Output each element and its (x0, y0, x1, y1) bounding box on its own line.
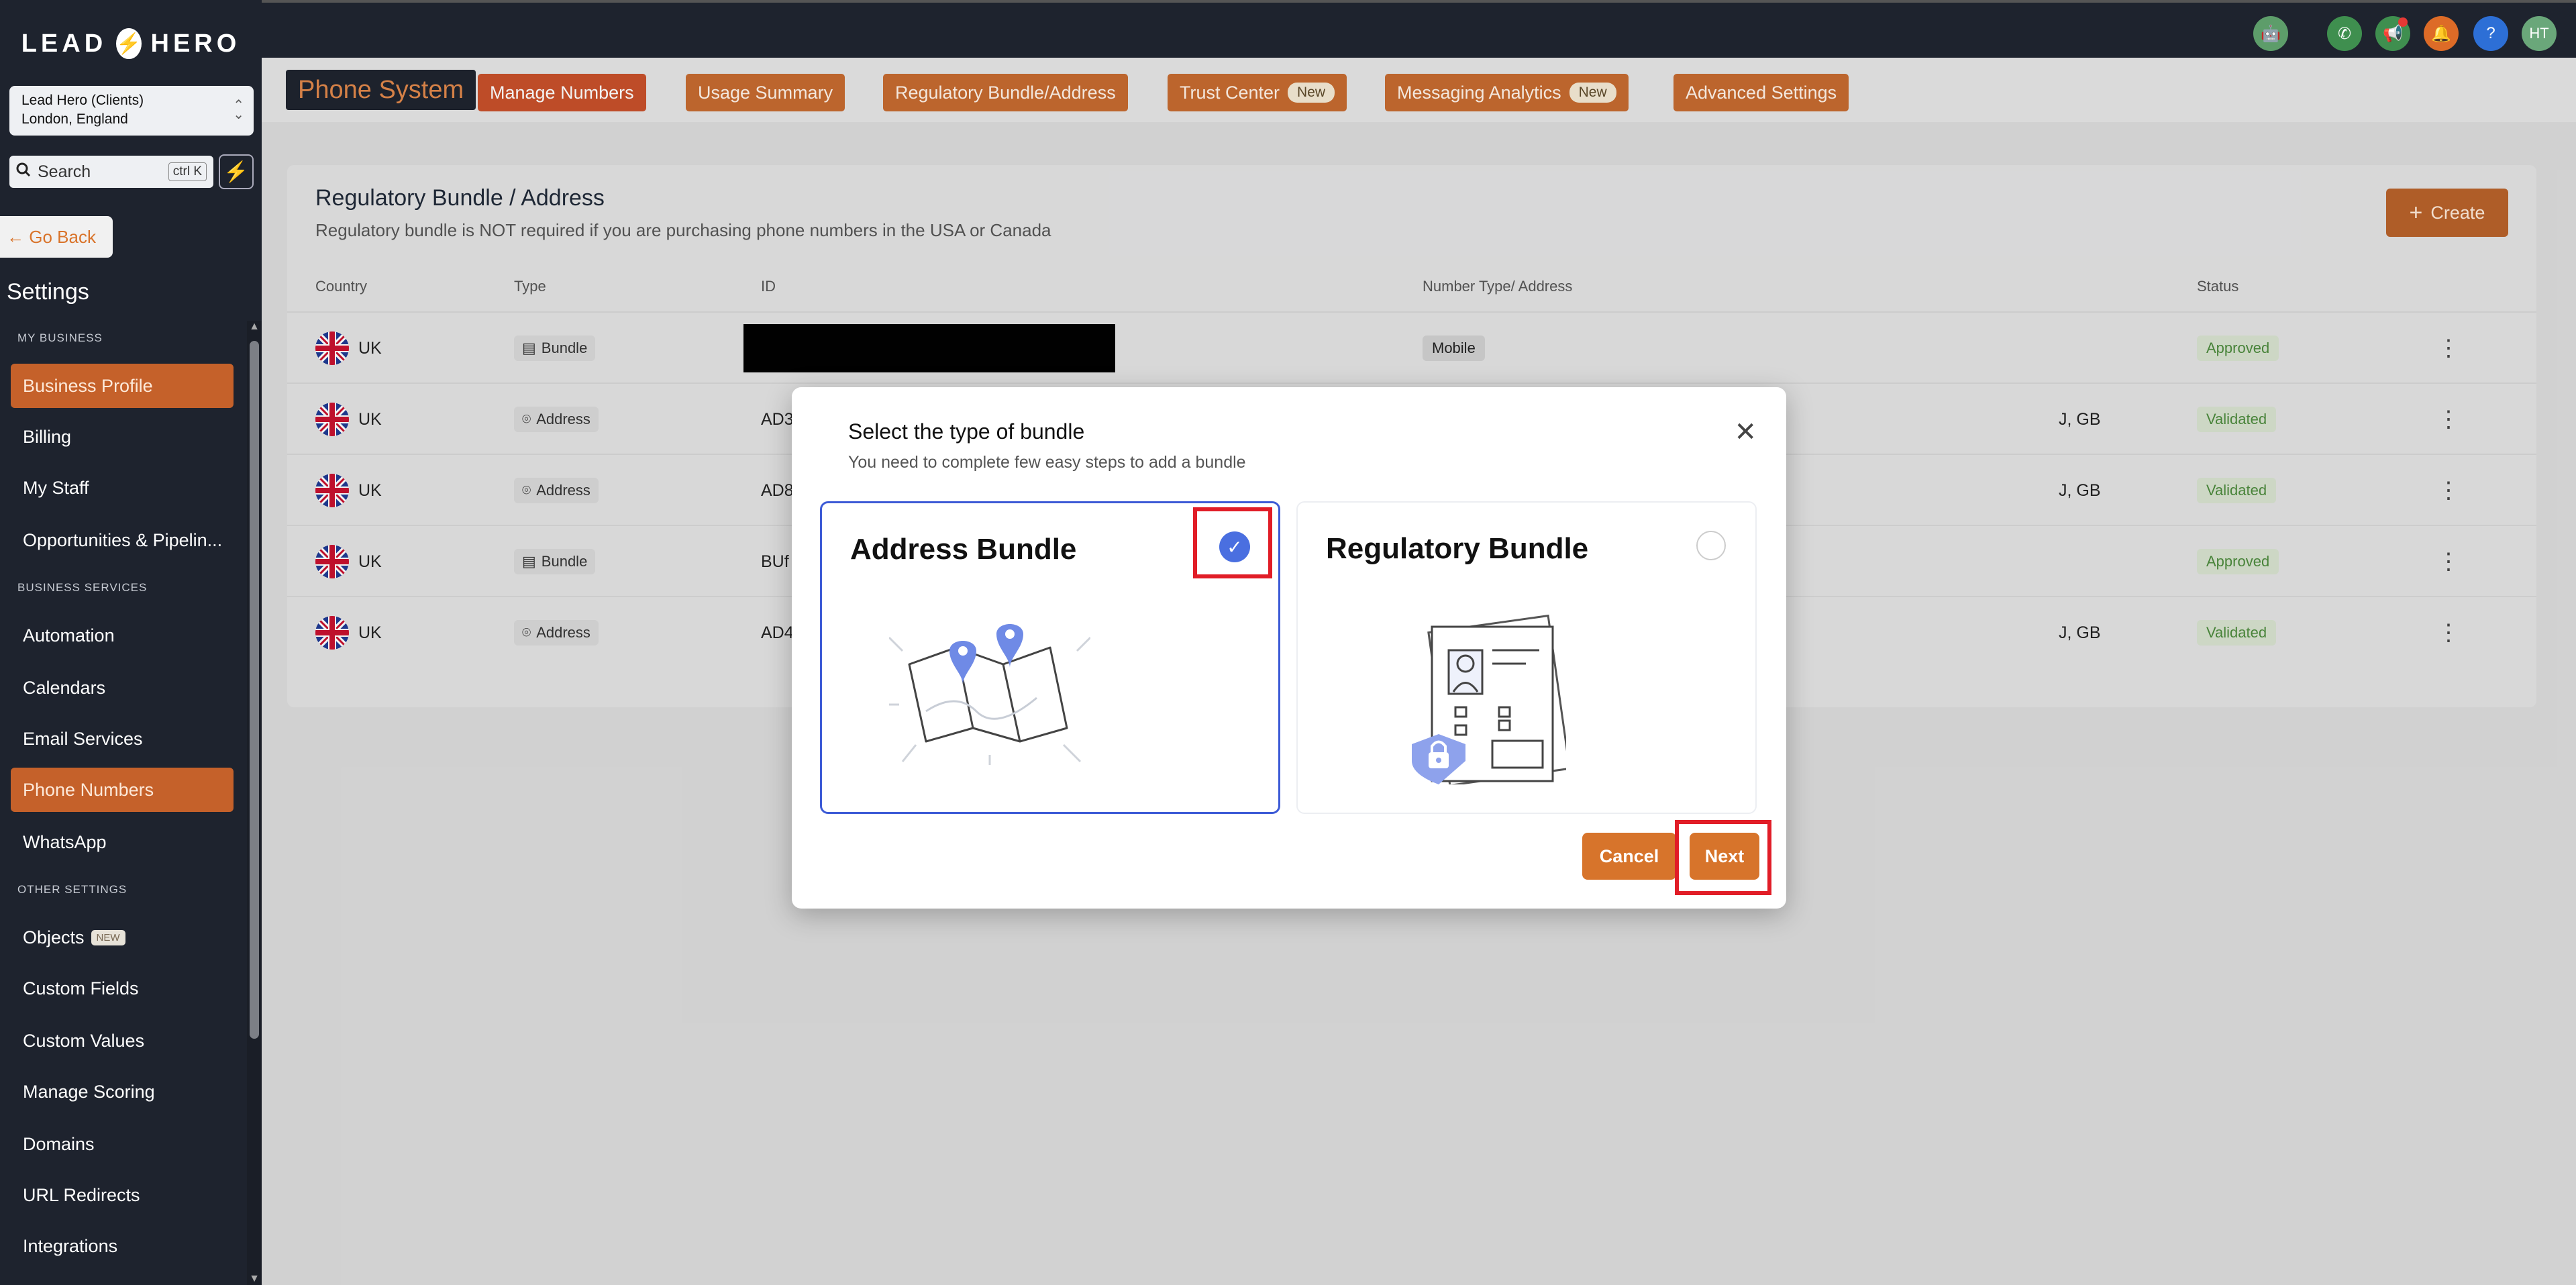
document-lock-icon (1412, 614, 1566, 784)
top-bar: 🤖 ✆ 📢 🔔 ? HT (262, 0, 2576, 58)
highlight-checkbox-annotation (1193, 507, 1272, 578)
scroll-up-icon[interactable]: ▲ (248, 321, 260, 333)
lead-hero-logo[interactable]: LEAD ⚡ HERO (21, 27, 236, 60)
section-business-services: BUSINESS SERVICES (17, 581, 148, 594)
sidebar-item-url-redirects[interactable]: URL Redirects (11, 1173, 234, 1217)
new-badge: NEW (91, 929, 125, 945)
megaphone-icon[interactable]: 📢 (2375, 16, 2410, 51)
robot-icon[interactable]: 🤖 (2253, 16, 2288, 51)
sidebar-item-manage-scoring[interactable]: Manage Scoring (11, 1070, 234, 1114)
address-bundle-title: Address Bundle (850, 533, 1077, 566)
chevron-updown-icon: ⌃ ⌄ (233, 98, 244, 122)
search-icon (16, 162, 31, 182)
logo-text-right: HERO (150, 29, 241, 58)
sidebar-item-opportunities[interactable]: Opportunities & Pipelin... (11, 518, 234, 562)
account-switcher[interactable]: Lead Hero (Clients) London, England ⌃ ⌄ (9, 86, 254, 136)
modal-subtitle: You need to complete few easy steps to a… (848, 453, 1246, 472)
search-shortcut: ctrl K (168, 162, 207, 181)
bell-icon[interactable]: 🔔 (2424, 16, 2459, 51)
sidebar-item-integrations[interactable]: Integrations (11, 1224, 234, 1268)
section-my-business: MY BUSINESS (17, 331, 103, 344)
section-other-settings: OTHER SETTINGS (17, 883, 127, 896)
account-name: Lead Hero (Clients) (21, 93, 144, 108)
account-location: London, England (21, 111, 128, 127)
sidebar-scrollbar[interactable]: ▲ ▼ (247, 321, 262, 1285)
objects-label: Objects (23, 927, 85, 947)
sidebar-item-custom-fields[interactable]: Custom Fields (11, 966, 234, 1011)
sidebar-item-billing[interactable]: Billing (11, 415, 234, 459)
sidebar-item-custom-values[interactable]: Custom Values (11, 1019, 234, 1063)
highlight-next-annotation (1675, 820, 1771, 895)
help-icon[interactable]: ? (2473, 16, 2508, 51)
map-pins-icon (889, 624, 1090, 765)
sidebar-item-email-services[interactable]: Email Services (11, 717, 234, 761)
user-avatar[interactable]: HT (2522, 16, 2557, 51)
sidebar-search[interactable]: Search ctrl K (9, 156, 213, 188)
sidebar-item-whatsapp[interactable]: WhatsApp (11, 820, 234, 864)
scroll-down-icon[interactable]: ▼ (248, 1273, 260, 1285)
cancel-button[interactable]: Cancel (1582, 833, 1676, 880)
lightning-icon: ⚡ (223, 160, 249, 183)
notification-dot (2398, 17, 2408, 27)
sidebar-item-business-profile[interactable]: Business Profile (11, 364, 234, 408)
sidebar-item-my-staff[interactable]: My Staff (11, 466, 234, 510)
regulatory-bundle-option[interactable]: Regulatory Bundle (1296, 501, 1757, 814)
sidebar: LEAD ⚡ HERO Lead Hero (Clients) London, … (0, 0, 262, 1285)
go-back-button[interactable]: ← Go Back (0, 216, 113, 258)
close-icon[interactable]: ✕ (1734, 417, 1757, 448)
sidebar-item-objects[interactable]: Objects NEW (11, 915, 234, 960)
select-bundle-type-modal: Select the type of bundle You need to co… (792, 387, 1786, 909)
modal-title: Select the type of bundle (848, 419, 1085, 444)
logo-text-left: LEAD (21, 29, 107, 58)
radio-unchecked-icon[interactable] (1696, 531, 1726, 560)
sidebar-item-phone-numbers[interactable]: Phone Numbers (11, 768, 234, 812)
sidebar-item-automation[interactable]: Automation (11, 613, 234, 658)
scrollbar-thumb[interactable] (250, 341, 259, 1039)
sidebar-item-domains[interactable]: Domains (11, 1122, 234, 1166)
lightning-bolt-icon: ⚡ (116, 28, 142, 59)
phone-icon[interactable]: ✆ (2327, 16, 2362, 51)
go-back-label: Go Back (29, 226, 96, 247)
arrow-left-icon: ← (7, 226, 30, 247)
settings-title: Settings (7, 279, 89, 305)
sidebar-item-calendars[interactable]: Calendars (11, 666, 234, 710)
regulatory-bundle-title: Regulatory Bundle (1326, 532, 1589, 565)
search-label: Search (38, 162, 91, 181)
quick-action-button[interactable]: ⚡ (219, 154, 254, 189)
